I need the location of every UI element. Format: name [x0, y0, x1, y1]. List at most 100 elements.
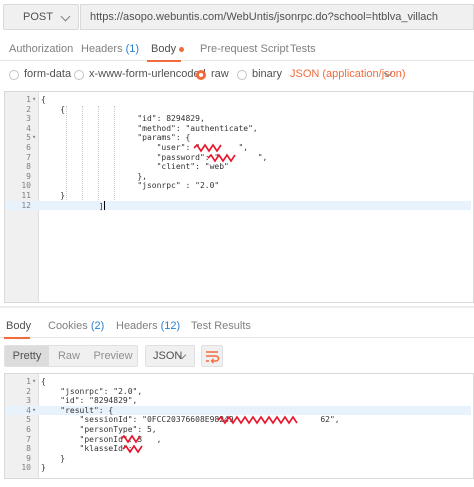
line-number: 10: [21, 463, 31, 473]
code-text: }: [41, 453, 66, 463]
line-number: 8: [26, 444, 31, 454]
line-number: 2: [26, 104, 31, 114]
tab-test-results[interactable]: Test Results: [191, 320, 251, 332]
line-number: 5: [26, 133, 31, 143]
code-text: {: [41, 377, 46, 386]
code-text: {: [41, 95, 46, 104]
code-text: "personId": 3 ,: [41, 434, 162, 444]
code-line: 6 "personType": 5,: [5, 425, 471, 435]
code-text: "jsonrpc" : "2.0": [41, 181, 220, 191]
code-text: "jsonrpc": "2.0",: [41, 386, 143, 396]
code-text: "params": {: [41, 133, 191, 143]
line-number: 6: [26, 425, 31, 434]
view-raw-button[interactable]: Raw: [49, 346, 89, 366]
line-number: 3: [26, 396, 31, 406]
code-line: 9 }: [5, 454, 471, 464]
fold-arrow-icon[interactable]: ▾: [32, 377, 38, 387]
line-number: 10: [21, 181, 31, 191]
label-binary: binary: [252, 68, 282, 80]
redaction-mark: [120, 434, 141, 444]
line-number: 11: [21, 191, 31, 200]
line-number: 6: [26, 143, 31, 152]
headers-count: (1): [125, 43, 140, 55]
code-line: 1 ▾{: [5, 377, 471, 387]
tab-cookies[interactable]: Cookies (2): [48, 320, 104, 332]
line-number: 3: [26, 114, 31, 124]
request-body-editor[interactable]: 1 ▾{2 {3 "id": 8294829, 4 "method": "authe…: [4, 91, 474, 303]
tab-authorization[interactable]: Authorization: [9, 43, 73, 55]
format-select[interactable]: JSON: [145, 345, 195, 367]
code-line: 2 {: [5, 105, 471, 115]
wrap-lines-icon: [206, 351, 220, 364]
request-url-bar: POST https://asopo.webuntis.com/WebUntis…: [0, 0, 474, 36]
response-headers-count: (12): [160, 320, 181, 332]
response-view-toolbar: Pretty Raw Preview JSON: [0, 343, 474, 369]
line-number: 1: [26, 95, 31, 104]
code-text: "id": "8294829",: [41, 396, 138, 406]
fold-arrow-icon[interactable]: ▾: [32, 133, 38, 143]
code-text: "result": {: [41, 405, 114, 415]
code-line: 5 ▾ "params": {: [5, 133, 471, 143]
pane-divider[interactable]: [0, 306, 474, 308]
redaction-mark: [122, 444, 143, 454]
response-tabs: Body Cookies (2) Headers (12) Test Resul…: [0, 314, 474, 338]
code-line: 7 "personId": 3 ,: [5, 435, 471, 445]
text-cursor: [103, 200, 105, 210]
code-line: 3 "id": 8294829,: [5, 114, 471, 124]
redaction-mark: [207, 153, 236, 163]
code-line: 10}: [5, 463, 471, 473]
code-line: 12 ]: [5, 200, 471, 211]
view-mode-segment: Pretty Raw Preview: [4, 345, 138, 367]
radio-form-data[interactable]: [9, 70, 19, 80]
line-number: 2: [26, 386, 31, 396]
code-line: 2 "jsonrpc": "2.0",: [5, 387, 471, 397]
view-pretty-button[interactable]: Pretty: [5, 346, 49, 366]
url-input[interactable]: https://asopo.webuntis.com/WebUntis/json…: [80, 4, 474, 30]
wrap-lines-button[interactable]: [201, 345, 223, 367]
label-form-data: form-data: [24, 68, 72, 80]
code-line: 11 }: [5, 191, 471, 201]
line-number: 9: [26, 171, 31, 181]
code-text: ]: [41, 200, 105, 211]
code-line: 7 "password": " ",: [5, 153, 471, 163]
code-text: "client": "web": [41, 162, 229, 172]
code-text: }: [41, 463, 46, 473]
radio-binary[interactable]: [237, 70, 247, 80]
method-label: POST: [23, 11, 53, 23]
chevron-down-icon: [60, 11, 71, 22]
code-text: }: [41, 191, 66, 200]
radio-urlencoded[interactable]: [74, 70, 84, 80]
code-text: },: [41, 171, 147, 181]
code-text: {: [41, 104, 66, 114]
tab-tests[interactable]: Tests: [290, 43, 316, 55]
radio-raw[interactable]: [196, 70, 206, 80]
fold-arrow-icon[interactable]: ▾: [32, 95, 38, 105]
body-mode-row: form-data x-www-form-urlencoded raw bina…: [0, 64, 474, 86]
tab-pre-request-script[interactable]: Pre-request Script: [200, 43, 289, 55]
code-text: "id": 8294829,: [41, 114, 205, 124]
active-tab-indicator: [147, 60, 181, 62]
fold-arrow-icon[interactable]: ▾: [32, 406, 38, 416]
tab-response-body[interactable]: Body: [6, 320, 31, 332]
code-line: 8 "client": "web": [5, 162, 471, 172]
modified-dot-icon: [179, 46, 185, 52]
code-line: 4 "method": "authenticate",: [5, 124, 471, 134]
tab-headers[interactable]: Headers (1): [81, 43, 139, 55]
line-number: 7: [26, 152, 31, 162]
response-body-viewer[interactable]: 1 ▾{2 "jsonrpc": "2.0", 3 "id": "8294829",…: [4, 373, 474, 479]
view-preview-button[interactable]: Preview: [89, 346, 137, 366]
line-number: 9: [26, 453, 31, 463]
label-raw: raw: [211, 68, 229, 80]
line-number: 12: [21, 200, 31, 210]
code-line: 6 "user": " ",: [5, 143, 471, 153]
label-urlencoded: x-www-form-urlencoded: [89, 68, 206, 80]
code-line: 1 ▾{: [5, 95, 471, 105]
active-tab-indicator: [4, 337, 30, 339]
line-number: 5: [26, 415, 31, 425]
cookies-count: (2): [90, 320, 105, 332]
line-number: 8: [26, 162, 31, 172]
request-tabs: Authorization Headers (1) Body Pre-reque…: [0, 39, 474, 61]
tab-body[interactable]: Body: [151, 43, 185, 55]
method-select[interactable]: POST: [3, 4, 79, 30]
tab-response-headers[interactable]: Headers (12): [116, 320, 180, 332]
